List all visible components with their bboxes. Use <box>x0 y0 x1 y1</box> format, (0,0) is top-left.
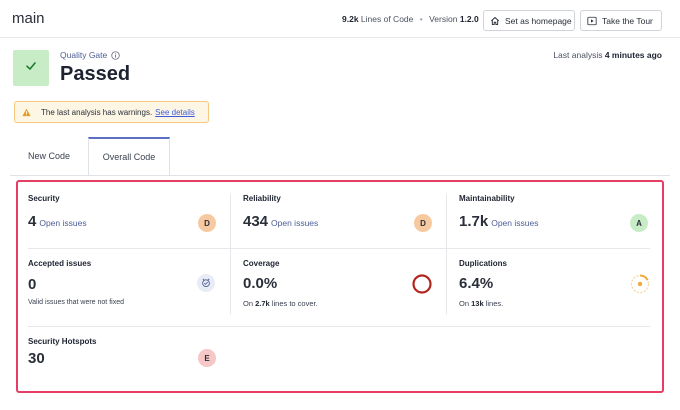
last-analysis-label: Last analysis <box>553 50 603 60</box>
duplications-sub-suffix: lines. <box>485 299 504 308</box>
play-icon <box>587 16 597 26</box>
version-value: 1.2.0 <box>459 14 479 24</box>
reliability-card[interactable]: Reliability 434 Open issues D <box>243 194 433 244</box>
quality-gate-status: Passed <box>60 63 131 85</box>
reliability-rating-badge[interactable]: D <box>414 214 432 232</box>
coverage-card[interactable]: Coverage 0.0% On 2.7k lines to cover. <box>243 259 438 319</box>
reliability-unit: Open issues <box>271 218 319 228</box>
reliability-value[interactable]: 434 Open issues <box>243 213 318 230</box>
accepted-issues-card[interactable]: Accepted issues 0 Valid issues that were… <box>28 259 223 319</box>
take-tour-button[interactable]: Take the Tour <box>580 10 662 31</box>
security-hotspots-rating-badge[interactable]: E <box>198 349 216 367</box>
coverage-sub-value: 2.7k <box>255 299 270 308</box>
coverage-sub-prefix: On <box>243 299 254 308</box>
quality-gate-status-box <box>13 50 49 86</box>
duplications-value[interactable]: 6.4% <box>459 275 493 292</box>
accepted-issues-subtitle: Valid issues that were not fixed <box>28 299 124 306</box>
maintainability-rating-badge[interactable]: A <box>630 214 648 232</box>
duplications-title: Duplications <box>459 259 508 268</box>
duplications-ring-dot <box>637 281 643 287</box>
duplications-ring-arc <box>639 274 649 281</box>
shield-check-icon <box>197 274 215 292</box>
security-value[interactable]: 4 Open issues <box>28 213 87 230</box>
last-analysis: Last analysis 4 minutes ago <box>553 50 662 60</box>
duplications-ring[interactable] <box>629 273 651 295</box>
tab-new-code[interactable]: New Code <box>10 137 88 175</box>
tabs-divider <box>10 175 670 176</box>
coverage-ring[interactable] <box>411 273 433 295</box>
reliability-title: Reliability <box>243 194 281 203</box>
warning-text: The last analysis has warnings. <box>41 107 153 117</box>
project-meta: 9.2k Lines of Code • Version 1.2.0 <box>342 14 479 24</box>
coverage-sub-suffix: lines to cover. <box>271 299 318 308</box>
security-rating-badge[interactable]: D <box>198 214 216 232</box>
maintainability-unit: Open issues <box>491 218 539 228</box>
maintainability-value[interactable]: 1.7k Open issues <box>459 213 538 230</box>
maintainability-title: Maintainability <box>459 194 515 203</box>
duplications-sub-value: 13k <box>471 299 484 308</box>
set-homepage-button[interactable]: Set as homepage <box>483 10 575 31</box>
duplications-subtitle: On 13k lines. <box>459 299 503 308</box>
row-divider <box>28 248 650 249</box>
security-count: 4 <box>28 213 37 230</box>
column-divider <box>230 194 231 314</box>
security-card[interactable]: Security 4 Open issues D <box>28 194 218 244</box>
security-unit: Open issues <box>39 218 87 228</box>
see-details-link[interactable]: See details <box>155 108 195 117</box>
last-analysis-value: 4 minutes ago <box>604 50 662 60</box>
quality-gate-label: Quality Gate <box>60 50 120 60</box>
loc-value: 9.2k <box>342 14 359 24</box>
coverage-value[interactable]: 0.0% <box>243 275 277 292</box>
loc-label: Lines of Code <box>360 14 414 24</box>
maintainability-count: 1.7k <box>459 213 489 230</box>
column-divider <box>446 194 447 314</box>
version-label: Version <box>429 14 458 24</box>
security-hotspots-card[interactable]: Security Hotspots 30 E <box>28 337 223 387</box>
home-icon <box>490 16 500 26</box>
analysis-warning-banner: The last analysis has warnings. See deta… <box>14 101 209 123</box>
top-bar: main 9.2k Lines of Code • Version 1.2.0 … <box>0 0 680 38</box>
set-homepage-label: Set as homepage <box>505 15 572 26</box>
coverage-subtitle: On 2.7k lines to cover. <box>243 299 318 308</box>
check-icon <box>24 59 38 78</box>
coverage-title: Coverage <box>243 259 280 268</box>
duplications-sub-prefix: On <box>459 299 470 308</box>
info-icon[interactable] <box>111 50 120 60</box>
tab-overall-code[interactable]: Overall Code <box>88 137 170 175</box>
security-title: Security <box>28 194 60 203</box>
security-hotspots-title: Security Hotspots <box>28 337 97 346</box>
accepted-issues-title: Accepted issues <box>28 259 92 268</box>
maintainability-card[interactable]: Maintainability 1.7k Open issues A <box>459 194 649 244</box>
row-divider <box>28 326 650 327</box>
top-divider <box>0 37 680 38</box>
meta-separator: • <box>419 14 423 24</box>
take-tour-label: Take the Tour <box>602 15 653 26</box>
branch-name[interactable]: main <box>12 10 45 27</box>
warning-icon <box>22 108 31 117</box>
security-hotspots-value[interactable]: 30 <box>28 350 45 367</box>
reliability-count: 434 <box>243 213 269 230</box>
metrics-panel: Security 4 Open issues D Reliability 434 O… <box>16 180 664 393</box>
accepted-issues-value[interactable]: 0 <box>28 276 36 293</box>
quality-gate-label-text: Quality Gate <box>60 50 108 60</box>
duplications-card[interactable]: Duplications 6.4% On 13k lines. <box>459 259 654 319</box>
